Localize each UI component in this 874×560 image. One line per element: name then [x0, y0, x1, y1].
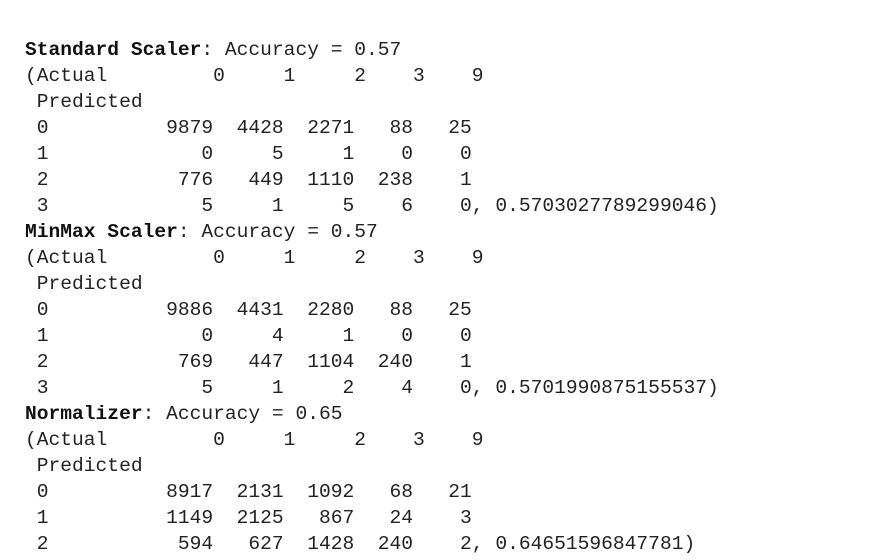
output-text: 0 9886 4431 2280 88 25	[25, 299, 472, 321]
notebook-output: Standard Scaler: Accuracy = 0.57 (Actual …	[0, 0, 874, 560]
output-text: 2 769 447 1104 240 1	[25, 351, 472, 373]
minmax-row-3: 3 5 1 2 4 0, 0.5701990875155537)	[25, 375, 719, 401]
output-text: 2 776 449 1110 238 1	[25, 169, 472, 191]
minmax-row-0: 0 9886 4431 2280 88 25	[25, 297, 472, 323]
output-text: : Accuracy = 0.65	[142, 403, 343, 425]
section-title: Normalizer	[25, 403, 143, 425]
output-text: Predicted	[25, 273, 143, 295]
output-text: 2 594 627 1428 240 2, 0.64651596847781)	[25, 533, 696, 555]
output-text: Predicted	[25, 455, 143, 477]
minmax-row-2: 2 769 447 1104 240 1	[25, 349, 472, 375]
standard-scaler-header: Standard Scaler: Accuracy = 0.57	[25, 37, 401, 63]
normalizer-row-2: 2 594 627 1428 240 2, 0.64651596847781)	[25, 531, 695, 557]
standard-row-2: 2 776 449 1110 238 1	[25, 167, 472, 193]
minmax-row-1: 1 0 4 1 0 0	[25, 323, 472, 349]
output-text: 3 5 1 5 6 0, 0.5703027789299046)	[25, 195, 719, 217]
output-text: 1 0 4 1 0 0	[25, 325, 472, 347]
standard-row-1: 1 0 5 1 0 0	[25, 141, 472, 167]
output-text: Predicted	[25, 91, 143, 113]
output-text: : Accuracy = 0.57	[201, 39, 402, 61]
normalizer-row-0: 0 8917 2131 1092 68 21	[25, 479, 472, 505]
minmax-scaler-header: MinMax Scaler: Accuracy = 0.57	[25, 219, 378, 245]
output-text: 1 1149 2125 867 24 3	[25, 507, 472, 529]
normalizer-header: Normalizer: Accuracy = 0.65	[25, 401, 342, 427]
standard-actual-row: (Actual 0 1 2 3 9	[25, 63, 484, 89]
output-text: (Actual 0 1 2 3 9	[25, 429, 484, 451]
output-text: 0 9879 4428 2271 88 25	[25, 117, 472, 139]
minmax-actual-row: (Actual 0 1 2 3 9	[25, 245, 484, 271]
normalizer-actual-row: (Actual 0 1 2 3 9	[25, 427, 484, 453]
output-text: 3 5 1 2 4 0, 0.5701990875155537)	[25, 377, 719, 399]
output-text: : Accuracy = 0.57	[177, 221, 378, 243]
minmax-predicted-label: Predicted	[25, 271, 143, 297]
normalizer-row-1: 1 1149 2125 867 24 3	[25, 505, 472, 531]
section-title: MinMax Scaler	[25, 221, 178, 243]
output-text: 1 0 5 1 0 0	[25, 143, 472, 165]
normalizer-predicted-label: Predicted	[25, 453, 143, 479]
standard-row-3: 3 5 1 5 6 0, 0.5703027789299046)	[25, 193, 719, 219]
output-text: 0 8917 2131 1092 68 21	[25, 481, 472, 503]
output-text: (Actual 0 1 2 3 9	[25, 65, 484, 87]
section-title: Standard Scaler	[25, 39, 202, 61]
output-text: (Actual 0 1 2 3 9	[25, 247, 484, 269]
standard-row-0: 0 9879 4428 2271 88 25	[25, 115, 472, 141]
standard-predicted-label: Predicted	[25, 89, 143, 115]
